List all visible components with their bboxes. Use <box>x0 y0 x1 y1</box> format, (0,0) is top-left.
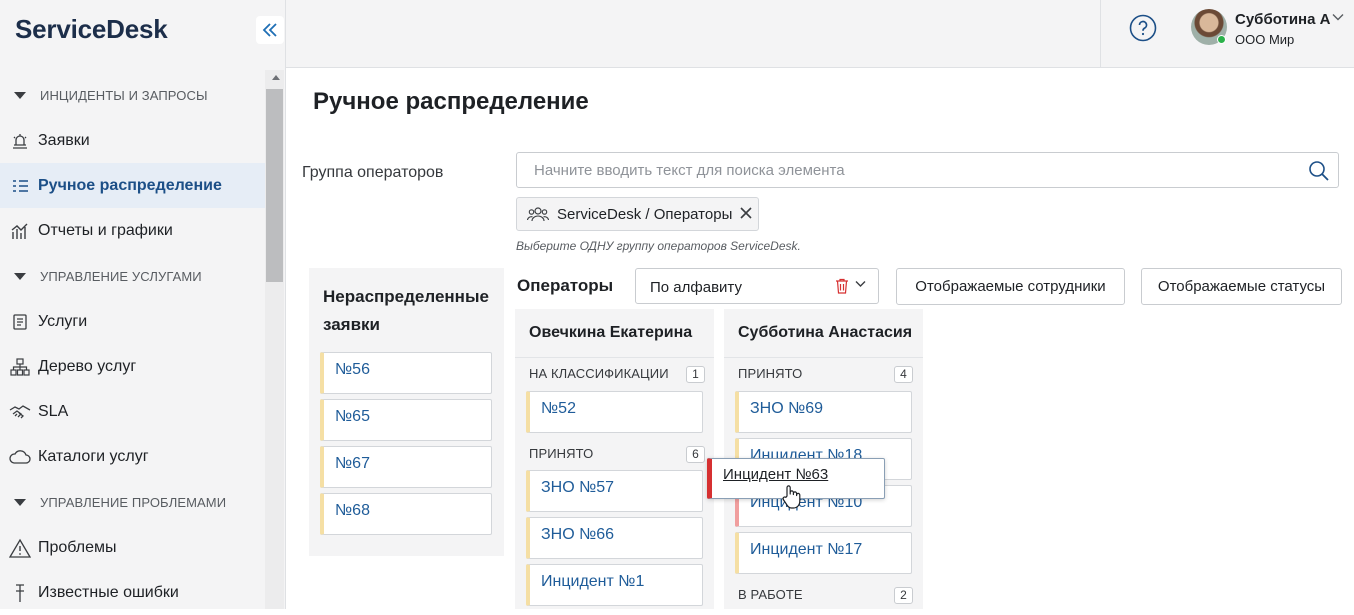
ticket-card[interactable]: Инцидент №1 <box>526 564 703 606</box>
handshake-icon <box>9 401 31 423</box>
sort-select[interactable]: По алфавиту <box>635 268 879 304</box>
status-count-badge: 2 <box>894 587 913 604</box>
sidebar-item-label: Дерево услуг <box>38 357 137 375</box>
selected-group-chip: ServiceDesk / Операторы <box>516 197 759 231</box>
pin-icon <box>9 582 31 604</box>
trash-icon[interactable] <box>835 278 849 294</box>
help-icon[interactable] <box>1129 14 1157 42</box>
sidebar-section-incidents[interactable]: ИНЦИДЕНТЫ И ЗАПРОСЫ <box>0 72 265 118</box>
sidebar-item-requests[interactable]: Заявки <box>0 118 265 163</box>
ticket-card[interactable]: ЗНО №57 <box>526 470 703 512</box>
operators-title: Операторы <box>517 276 614 295</box>
sort-select-value: По алфавиту <box>650 279 742 296</box>
sidebar-section-problems[interactable]: УПРАВЛЕНИЕ ПРОБЛЕМАМИ <box>0 479 265 525</box>
status-group-label: НА КЛАССИФИКАЦИИ <box>529 366 669 381</box>
caret-down-icon <box>14 272 26 280</box>
sidebar-item-service-catalogs[interactable]: Каталоги услуг <box>0 434 265 479</box>
search-input[interactable] <box>532 161 1292 180</box>
shown-statuses-button[interactable]: Отображаемые статусы <box>1141 268 1342 305</box>
ticket-card[interactable]: Инцидент №17 <box>735 532 912 574</box>
status-group-label: В РАБОТЕ <box>738 587 803 602</box>
sidebar-item-service-tree[interactable]: Дерево услуг <box>0 344 265 389</box>
status-count-badge: 6 <box>686 446 705 463</box>
ticket-card[interactable]: ЗНО №66 <box>526 517 703 559</box>
sidebar-item-label: Каталоги услуг <box>38 447 149 465</box>
sidebar-item-label: Известные ошибки <box>38 583 179 601</box>
group-hint: Выберите ОДНУ группу операторов ServiceD… <box>516 239 801 253</box>
double-chevron-left-icon <box>262 23 277 37</box>
sidebar-section-title: УПРАВЛЕНИЕ ПРОБЛЕМАМИ <box>40 494 227 510</box>
sidebar-section-title: УПРАВЛЕНИЕ УСЛУГАМИ <box>40 268 202 284</box>
unassigned-column-title: Нераспределенные заявки <box>323 287 489 334</box>
operator-column: Овечкина Екатерина НА КЛАССИФИКАЦИИ 1 №5… <box>515 309 714 609</box>
sidebar: ServiceDesk ИНЦИДЕНТЫ И ЗАПРОСЫ Заявки Р… <box>0 0 286 609</box>
services-icon <box>9 311 31 333</box>
unassigned-column: Нераспределенные заявки №56 №65 №67 №68 <box>309 268 504 556</box>
sidebar-item-label: Проблемы <box>38 538 117 556</box>
chevron-down-icon[interactable] <box>855 280 866 288</box>
hand-cursor-icon <box>782 485 801 509</box>
tree-icon <box>9 356 31 378</box>
sidebar-item-reports[interactable]: Отчеты и графики <box>0 208 265 253</box>
sidebar-item-services[interactable]: Услуги <box>0 299 265 344</box>
user-organization: ООО Мир <box>1235 32 1295 47</box>
selected-group-label: ServiceDesk / Операторы <box>557 205 733 223</box>
cloud-icon <box>9 446 31 468</box>
ticket-card[interactable]: №65 <box>320 399 492 441</box>
sidebar-scroll-thumb[interactable] <box>266 89 283 282</box>
online-status-dot <box>1217 35 1226 44</box>
sidebar-item-problems[interactable]: Проблемы <box>0 525 265 570</box>
sidebar-item-label: Ручное распределение <box>38 176 222 194</box>
collapse-sidebar-button[interactable] <box>256 16 284 44</box>
status-group-label: ПРИНЯТО <box>529 446 594 461</box>
sidebar-item-label: Отчеты и графики <box>38 221 173 239</box>
list-distribute-icon <box>9 175 31 197</box>
topbar: Субботина А ООО Мир <box>286 0 1354 68</box>
close-icon[interactable] <box>739 206 753 220</box>
shown-employees-button[interactable]: Отображаемые сотрудники <box>896 268 1125 305</box>
caret-down-icon <box>14 91 26 99</box>
topbar-separator <box>1100 0 1101 68</box>
scroll-up-arrow-icon[interactable] <box>272 75 280 80</box>
status-count-badge: 4 <box>894 366 913 383</box>
divider <box>515 357 714 358</box>
sidebar-item-label: SLA <box>38 402 69 420</box>
chart-icon <box>9 220 31 242</box>
operator-group-label: Группа операторов <box>302 164 444 181</box>
caret-down-icon <box>14 498 26 506</box>
ticket-card[interactable]: №68 <box>320 493 492 535</box>
warning-icon <box>9 537 31 559</box>
divider <box>724 357 923 358</box>
users-group-icon <box>527 206 549 222</box>
sidebar-item-label: Услуги <box>38 312 88 330</box>
operator-group-search[interactable] <box>516 152 1339 188</box>
app-logo: ServiceDesk <box>15 14 168 44</box>
user-name[interactable]: Субботина А <box>1235 11 1330 28</box>
page-title: Ручное распределение <box>313 88 589 115</box>
operator-name: Овечкина Екатерина <box>529 324 693 341</box>
chevron-down-icon[interactable] <box>1332 13 1344 21</box>
sidebar-nav: ИНЦИДЕНТЫ И ЗАПРОСЫ Заявки Ручное распре… <box>0 72 265 615</box>
sidebar-item-label: Заявки <box>38 131 90 149</box>
status-group-label: ПРИНЯТО <box>738 366 803 381</box>
ticket-card[interactable]: №67 <box>320 446 492 488</box>
sidebar-item-known-errors[interactable]: Известные ошибки <box>0 570 265 615</box>
sidebar-section-title: ИНЦИДЕНТЫ И ЗАПРОСЫ <box>40 87 208 103</box>
status-count-badge: 1 <box>686 366 705 383</box>
ticket-card[interactable]: ЗНО №69 <box>735 391 912 433</box>
search-icon[interactable] <box>1308 160 1330 182</box>
bell-icon <box>9 130 31 152</box>
ticket-card[interactable]: №56 <box>320 352 492 394</box>
sidebar-section-services[interactable]: УПРАВЛЕНИЕ УСЛУГАМИ <box>0 253 265 299</box>
ticket-card[interactable]: №52 <box>526 391 703 433</box>
sidebar-item-sla[interactable]: SLA <box>0 389 265 434</box>
sidebar-item-manual-distribution[interactable]: Ручное распределение <box>0 163 265 208</box>
operator-name: Субботина Анастасия <box>738 324 913 341</box>
